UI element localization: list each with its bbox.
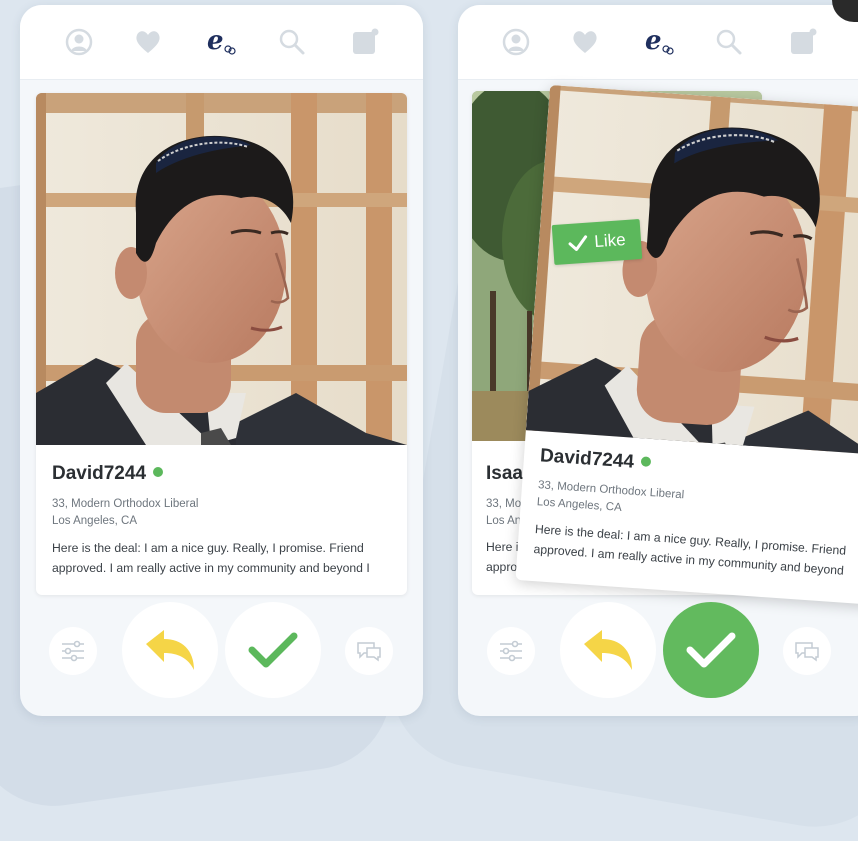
profile-card[interactable]: David7244 33, Modern Orthodox Liberal Lo…: [36, 93, 407, 595]
undo-icon: [584, 630, 632, 670]
search-icon[interactable]: [714, 27, 744, 57]
chat-icon: [795, 642, 819, 662]
logo-icon[interactable]: e: [206, 27, 236, 57]
logo-icon[interactable]: e: [644, 27, 674, 57]
like-button-active[interactable]: [663, 602, 759, 698]
phone-screen-left: e David7244 33, Modern Orthodox Liberal …: [20, 5, 423, 716]
top-navigation: e: [458, 5, 858, 80]
filters-icon: [62, 640, 84, 662]
like-button[interactable]: [225, 602, 321, 698]
undo-button[interactable]: [560, 602, 656, 698]
phone-screen-right: e Isaac 33, Mode Los Ange Here is t appr…: [458, 5, 858, 716]
like-stamp-label: Like: [593, 230, 627, 252]
like-stamp: Like: [551, 218, 643, 266]
undo-icon: [146, 630, 194, 670]
chat-icon: [357, 642, 381, 662]
heart-icon[interactable]: [570, 27, 600, 57]
profile-username: David7244: [539, 445, 635, 473]
messages-icon[interactable]: [350, 27, 380, 57]
profile-photo: [526, 85, 858, 458]
profile-name: David7244: [52, 463, 164, 485]
like-icon: [686, 632, 736, 668]
profile-bio: Here is the deal: I am a nice guy. Reall…: [533, 519, 847, 581]
heart-icon[interactable]: [133, 27, 163, 57]
undo-button[interactable]: [122, 602, 218, 698]
profile-location: Los Angeles, CA: [52, 515, 138, 527]
checkmark-icon: [568, 235, 588, 251]
profile-username: David7244: [52, 463, 147, 484]
swiping-profile-card[interactable]: David7244 33, Modern Orthodox Liberal Lo…: [515, 85, 858, 608]
logo-letter: e: [207, 27, 224, 56]
filters-button[interactable]: [487, 627, 535, 675]
filters-icon: [500, 640, 522, 662]
messages-icon[interactable]: [788, 27, 818, 57]
profile-meta: 33, Modern Orthodox Liberal Los Angeles,…: [52, 496, 198, 530]
chat-button[interactable]: [345, 627, 393, 675]
profile-icon[interactable]: [64, 27, 94, 57]
top-navigation: e: [20, 5, 423, 80]
like-icon: [248, 632, 298, 668]
profile-name: David7244: [539, 445, 652, 475]
search-icon[interactable]: [277, 27, 307, 57]
profile-photo: [36, 93, 407, 445]
filters-button[interactable]: [49, 627, 97, 675]
logo-letter: e: [645, 27, 662, 56]
online-status-dot: [640, 456, 652, 467]
chat-button[interactable]: [783, 627, 831, 675]
profile-meta: 33, Modern Orthodox Liberal Los Angeles,…: [536, 477, 684, 521]
profile-bio: Here is the deal: I am a nice guy. Reall…: [52, 541, 370, 575]
profile-icon[interactable]: [501, 27, 531, 57]
profile-details: 33, Modern Orthodox Liberal: [52, 498, 199, 510]
online-status-dot: [153, 467, 164, 477]
